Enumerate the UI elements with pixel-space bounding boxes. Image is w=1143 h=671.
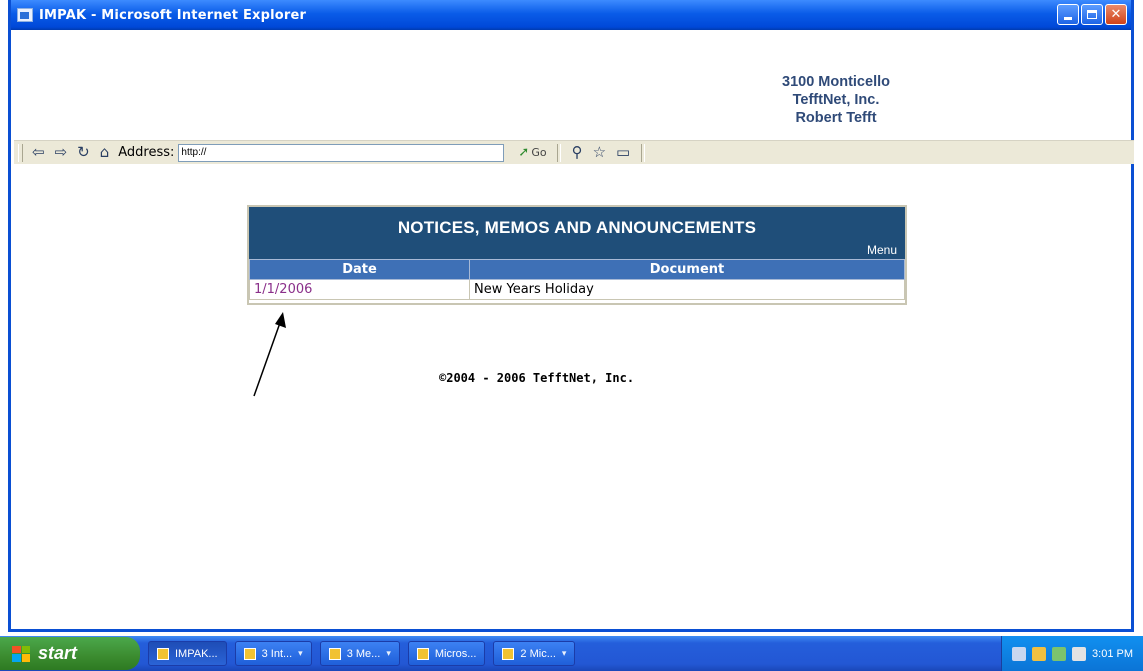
menu-link[interactable]: Menu: [867, 243, 897, 257]
column-header-document: Document: [469, 259, 905, 280]
close-button[interactable]: ✕: [1105, 4, 1127, 25]
date-link[interactable]: 1/1/2006: [254, 282, 312, 297]
go-arrow-icon: ➚: [518, 145, 530, 160]
security-icon[interactable]: [1032, 646, 1047, 661]
table-row: 1/1/2006 New Years Holiday: [249, 279, 905, 300]
start-label: start: [38, 643, 78, 663]
volume-icon[interactable]: [1052, 646, 1067, 661]
go-label: Go: [531, 146, 547, 159]
documents-table: Date Document 1/1/2006 New Years Holiday: [249, 259, 905, 300]
taskbar-item-messages[interactable]: 3 Me... ▾: [319, 641, 400, 666]
forward-icon[interactable]: ⇨: [55, 145, 68, 160]
close-icon: ✕: [1110, 7, 1122, 22]
search-icon[interactable]: ⚲: [572, 145, 583, 160]
start-button[interactable]: start: [0, 637, 140, 670]
windows-logo-icon: [12, 645, 30, 662]
company-address: 3100 Monticello TefftNet, Inc. Robert Te…: [731, 73, 941, 127]
maximize-button[interactable]: [1081, 4, 1103, 25]
word-icon: [502, 647, 515, 660]
taskbar-item-word[interactable]: 2 Mic... ▾: [493, 641, 576, 666]
notices-title: NOTICES, MEMOS AND ANNOUNCEMENTS: [397, 218, 757, 237]
annotation-arrow: [253, 312, 286, 397]
chevron-down-icon: ▾: [561, 648, 567, 658]
minimize-icon: [1058, 5, 1078, 24]
taskbar: start IMPAK... 3 Int... ▾ 3 Me... ▾ Micr…: [0, 636, 1143, 671]
toolbar-separator: [556, 143, 561, 162]
refresh-icon[interactable]: ↻: [77, 145, 90, 160]
task-label: 3 Me...: [346, 647, 381, 660]
favorites-icon[interactable]: ☆: [593, 145, 606, 160]
browser-window: IMPAK - Microsoft Internet Explorer ✕ 31…: [8, 0, 1134, 632]
copyright-text: ©2004 - 2006 TefftNet, Inc.: [439, 371, 635, 385]
chevron-down-icon: ▾: [298, 648, 303, 658]
taskbar-item-internet[interactable]: 3 Int... ▾: [234, 641, 312, 666]
toolbar-separator: [641, 143, 646, 162]
user-name: Robert Tefft: [795, 110, 877, 126]
address-input[interactable]: [178, 143, 505, 162]
notices-panel: NOTICES, MEMOS AND ANNOUNCEMENTS Menu Da…: [247, 205, 907, 305]
excel-icon: [416, 647, 429, 660]
window-controls: ✕: [1057, 4, 1127, 25]
company-name: TefftNet, Inc.: [792, 92, 880, 108]
network-icon[interactable]: [1012, 646, 1027, 661]
maximize-icon: [1082, 5, 1102, 24]
browser-toolbar: ⇦ ⇨ ↻ ⌂ Address: ➚ Go ⚲ ☆ ▭: [14, 140, 1134, 164]
ie-window-icon: [157, 647, 169, 660]
task-label: IMPAK...: [175, 647, 218, 660]
task-label: 2 Mic...: [520, 647, 556, 660]
window-title: IMPAK - Microsoft Internet Explorer: [39, 7, 307, 23]
notices-header: NOTICES, MEMOS AND ANNOUNCEMENTS Menu: [249, 207, 905, 259]
address-line-1: 3100 Monticello: [782, 74, 890, 90]
table-header-row: Date Document: [249, 259, 905, 280]
history-icon[interactable]: ▭: [616, 145, 630, 160]
back-icon[interactable]: ⇦: [32, 145, 45, 160]
system-tray: 3:01 PM: [1001, 636, 1143, 671]
messenger-icon: [328, 647, 341, 660]
clock[interactable]: 3:01 PM: [1092, 648, 1133, 660]
chevron-down-icon: ▾: [386, 648, 391, 658]
address-label: Address:: [118, 145, 175, 160]
date-cell: 1/1/2006: [249, 279, 470, 300]
antivirus-icon[interactable]: [1072, 646, 1087, 661]
ie-icon: [17, 8, 33, 22]
home-icon[interactable]: ⌂: [100, 145, 110, 160]
title-bar[interactable]: IMPAK - Microsoft Internet Explorer ✕: [11, 0, 1131, 30]
task-label: Micros...: [434, 647, 477, 660]
minimize-button[interactable]: [1057, 4, 1079, 25]
column-header-date: Date: [249, 259, 470, 280]
toolbar-grip: [18, 143, 23, 162]
task-label: 3 Int...: [261, 647, 293, 660]
document-cell: New Years Holiday: [469, 279, 905, 300]
go-button[interactable]: ➚ Go: [518, 145, 546, 160]
taskbar-item-impak[interactable]: IMPAK...: [148, 641, 227, 666]
taskbar-item-microsoft[interactable]: Micros...: [407, 641, 486, 666]
ie-group-icon: [243, 647, 256, 660]
